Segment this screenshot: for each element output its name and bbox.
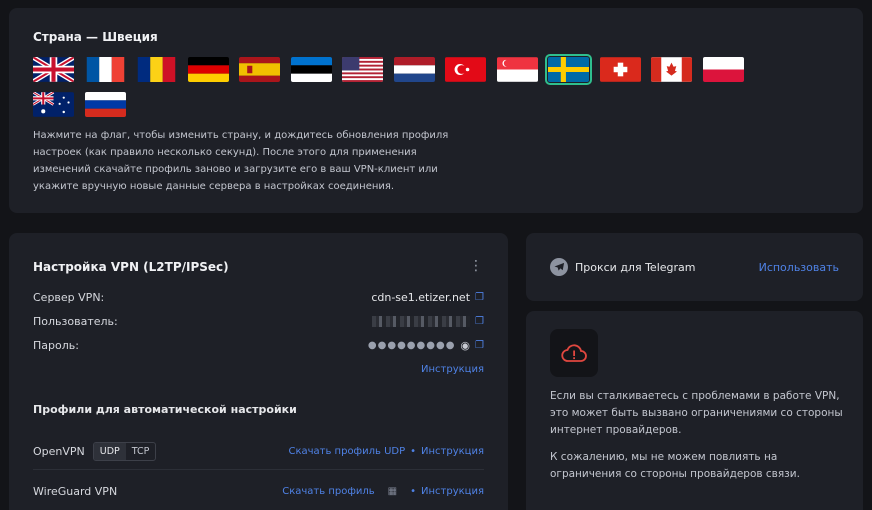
bullet-separator: • xyxy=(410,445,417,457)
flag-russia[interactable] xyxy=(84,92,126,117)
divider xyxy=(33,469,484,470)
user-label: Пользователь: xyxy=(33,314,118,328)
warning-text: Если вы сталкиваетесь с проблемами в раб… xyxy=(550,388,850,483)
profiles-title: Профили для автоматической настройки xyxy=(33,403,297,416)
flag-netherlands[interactable] xyxy=(393,57,435,82)
copy-icon[interactable]: ❐ xyxy=(475,292,484,303)
server-label: Сервер VPN: xyxy=(33,290,105,304)
vpn-instruction-link[interactable]: Инструкция xyxy=(421,364,484,375)
flag-list xyxy=(33,54,803,127)
flag-germany[interactable] xyxy=(187,57,229,82)
password-label: Пароль: xyxy=(33,338,79,352)
password-mask: ●●●●●●●●● xyxy=(367,339,456,351)
eye-icon[interactable]: ◉ xyxy=(460,339,470,352)
tcp-option[interactable]: TCP xyxy=(126,443,156,460)
protocol-toggle: UDP TCP xyxy=(92,441,157,461)
flag-singapore[interactable] xyxy=(496,57,538,82)
qr-code-icon[interactable]: ▦ xyxy=(388,486,397,497)
vpn-title: Настройка VPN (L2TP/IPSec) xyxy=(33,260,229,274)
telegram-proxy-card: Прокси для Telegram Использовать xyxy=(526,233,863,301)
bullet-separator: • xyxy=(410,485,417,497)
password-row: Пароль: ●●●●●●●●● ◉ ❐ xyxy=(33,337,484,353)
wireguard-label: WireGuard VPN xyxy=(33,484,118,498)
flag-usa[interactable] xyxy=(342,57,383,82)
copy-icon[interactable]: ❐ xyxy=(475,316,484,327)
country-help-text: Нажмите на флаг, чтобы изменить страну, … xyxy=(33,130,449,192)
flag-switzerland[interactable] xyxy=(599,57,641,82)
download-profile-link[interactable]: Скачать профиль xyxy=(282,486,374,497)
openvpn-row: OpenVPN UDP TCP Скачать профиль UDP • Ин… xyxy=(33,440,484,462)
copy-icon[interactable]: ❐ xyxy=(475,340,484,351)
user-row: Пользователь: ❐ xyxy=(33,313,484,329)
telegram-icon xyxy=(550,258,568,276)
openvpn-label: OpenVPN xyxy=(33,444,85,458)
flag-romania[interactable] xyxy=(136,57,177,82)
flag-spain[interactable] xyxy=(239,57,280,82)
country-card: Страна — Швеция Нажмите на флаг, чтобы и… xyxy=(9,8,863,213)
download-udp-link[interactable]: Скачать профиль UDP xyxy=(288,446,405,457)
wireguard-instruction-link[interactable]: Инструкция xyxy=(421,486,484,497)
cloud-alert-icon xyxy=(550,329,598,377)
flag-france[interactable] xyxy=(85,57,126,82)
flag-australia[interactable] xyxy=(33,92,74,117)
flag-poland[interactable] xyxy=(702,57,744,82)
flag-canada[interactable] xyxy=(651,57,692,82)
flag-estonia[interactable] xyxy=(290,57,332,82)
use-telegram-proxy-link[interactable]: Использовать xyxy=(759,261,839,274)
instruction-row: Инструкция xyxy=(33,361,484,377)
flag-turkey[interactable] xyxy=(445,57,486,82)
telegram-label: Прокси для Telegram xyxy=(575,260,696,274)
vpn-settings-card: Настройка VPN (L2TP/IPSec) ⋮ Сервер VPN:… xyxy=(9,233,508,510)
kebab-menu-icon[interactable]: ⋮ xyxy=(469,259,483,273)
flag-uk[interactable] xyxy=(33,57,74,82)
server-row: Сервер VPN: cdn-se1.etizer.net ❐ xyxy=(33,289,484,305)
country-title: Страна — Швеция xyxy=(33,30,158,44)
warning-paragraph-1: Если вы сталкиваетесь с проблемами в раб… xyxy=(550,390,843,436)
username-masked xyxy=(372,315,471,327)
flag-sweden[interactable] xyxy=(545,54,592,85)
openvpn-instruction-link[interactable]: Инструкция xyxy=(421,446,484,457)
wireguard-row: WireGuard VPN Скачать профиль ▦ • Инстру… xyxy=(33,483,484,499)
warning-paragraph-2: К сожалению, мы не можем повлиять на огр… xyxy=(550,451,800,480)
server-value: cdn-se1.etizer.net xyxy=(371,290,471,304)
warning-card: Если вы сталкиваетесь с проблемами в раб… xyxy=(526,311,863,510)
udp-option[interactable]: UDP xyxy=(93,442,126,460)
